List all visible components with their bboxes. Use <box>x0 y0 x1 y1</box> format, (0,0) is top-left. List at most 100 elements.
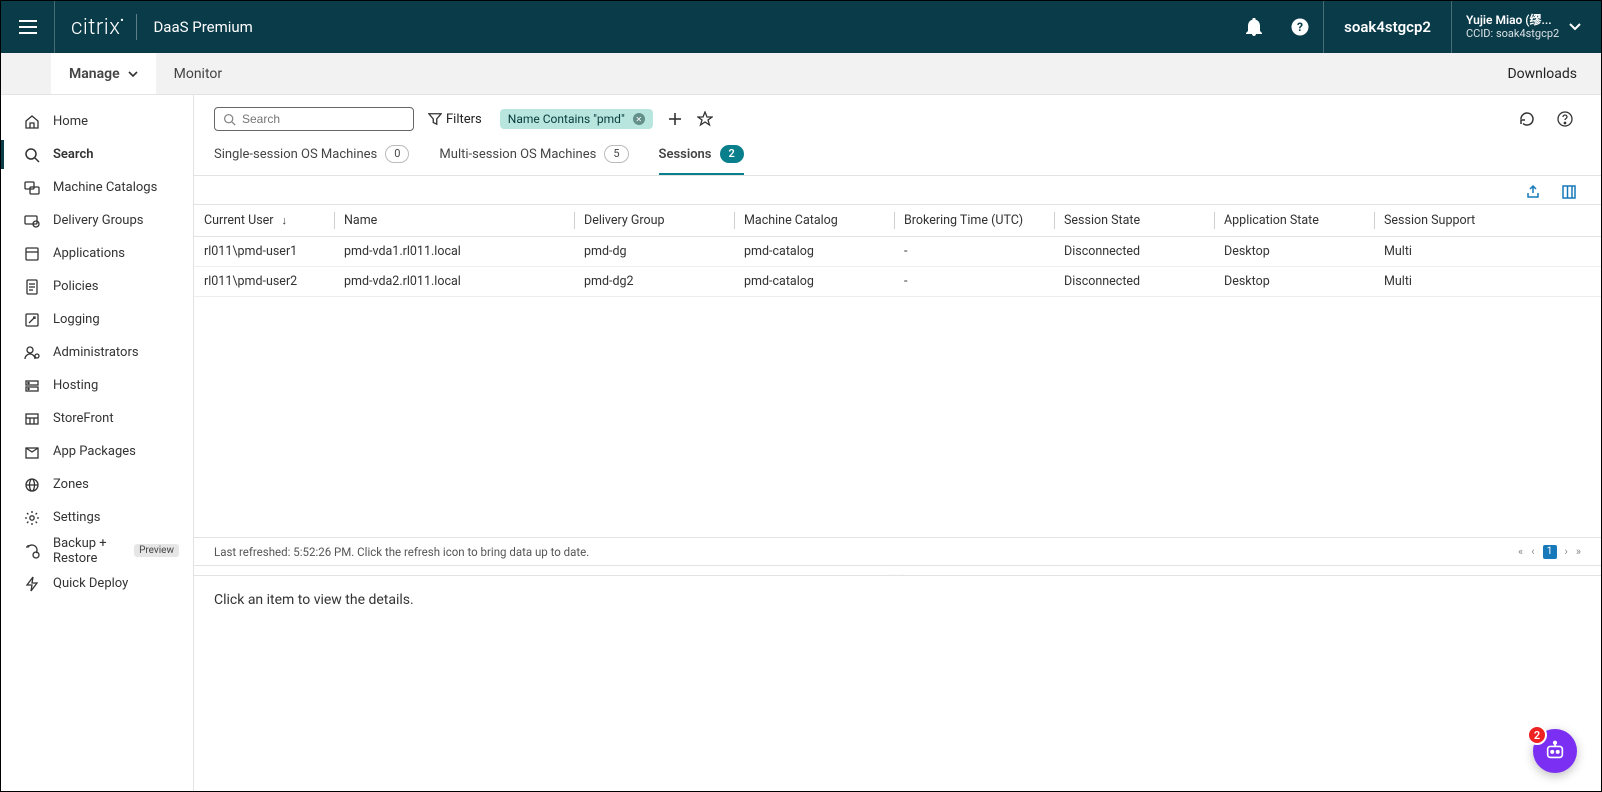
add-button[interactable] <box>667 111 683 127</box>
cell-application-state: Desktop <box>1214 237 1374 267</box>
sidebar-item-label: StoreFront <box>53 411 114 426</box>
sidebar-item-home[interactable]: Home <box>1 105 193 138</box>
help-circle-icon: ? <box>1291 18 1309 36</box>
sidebar-item-machine-catalogs[interactable]: Machine Catalogs <box>1 171 193 204</box>
filter-chip[interactable]: Name Contains "pmd" ✕ <box>500 109 653 129</box>
sidebar-item-label: Administrators <box>53 345 139 360</box>
sidebar-item-storefront[interactable]: StoreFront <box>1 402 193 435</box>
context-help-button[interactable] <box>1557 111 1573 127</box>
preview-badge: Preview <box>134 544 179 557</box>
sidebar-item-policies[interactable]: Policies <box>1 270 193 303</box>
chevron-down-icon <box>1569 23 1581 31</box>
splitter-handle[interactable]: …… <box>194 565 1601 575</box>
col-application-state[interactable]: Application State <box>1214 205 1374 237</box>
sort-arrow-down-icon: ↓ <box>282 214 288 227</box>
columns-button[interactable] <box>1561 184 1577 200</box>
pager-next[interactable]: › <box>1565 545 1568 558</box>
close-icon[interactable]: ✕ <box>633 113 645 125</box>
hamburger-menu[interactable] <box>1 1 55 53</box>
tab-single-session[interactable]: Single-session OS Machines 0 <box>214 145 409 175</box>
col-delivery-group[interactable]: Delivery Group <box>574 205 734 237</box>
help-circle-icon <box>1557 111 1573 127</box>
bell-icon <box>1246 18 1262 36</box>
administrators-icon <box>23 344 41 362</box>
filters-button[interactable]: Filters <box>428 112 486 127</box>
sidebar-item-label: Logging <box>53 312 100 327</box>
sidebar-item-label: Backup + Restore <box>53 536 116 566</box>
menu-icon <box>18 19 38 35</box>
notifications-button[interactable] <box>1231 1 1277 53</box>
sidebar-item-logging[interactable]: Logging <box>1 303 193 336</box>
sidebar-item-zones[interactable]: Zones <box>1 468 193 501</box>
sidebar-item-administrators[interactable]: Administrators <box>1 336 193 369</box>
star-icon <box>697 111 713 127</box>
home-icon <box>23 113 41 131</box>
col-session-state[interactable]: Session State <box>1054 205 1214 237</box>
backup-icon <box>23 542 41 560</box>
col-brokering-time[interactable]: Brokering Time (UTC) <box>894 205 1054 237</box>
col-current-user[interactable]: Current User↓ <box>194 205 334 237</box>
filters-label: Filters <box>446 112 482 127</box>
sidebar-item-label: App Packages <box>53 444 136 459</box>
sidebar-item-applications[interactable]: Applications <box>1 237 193 270</box>
cell-delivery-group: pmd-dg <box>574 237 734 267</box>
sidebar-item-quick-deploy[interactable]: Quick Deploy <box>1 567 193 600</box>
hosting-icon <box>23 377 41 395</box>
pager-last[interactable]: » <box>1576 545 1581 558</box>
pager-first[interactable]: « <box>1518 545 1523 558</box>
status-text: Last refreshed: 5:52:26 PM. Click the re… <box>214 545 589 559</box>
cell-brokering-time: - <box>894 237 1054 267</box>
search-input-wrapper[interactable] <box>214 107 414 131</box>
assistant-fab[interactable]: 2 <box>1533 729 1577 773</box>
export-button[interactable] <box>1525 184 1541 200</box>
sessions-table-wrapper: Current User↓ Name Delivery Group Machin… <box>194 204 1601 297</box>
sidebar-item-label: Delivery Groups <box>53 213 143 228</box>
cell-session-support: Multi <box>1374 237 1601 267</box>
tab-multi-session[interactable]: Multi-session OS Machines 5 <box>439 145 628 175</box>
search-input[interactable] <box>242 112 405 126</box>
refresh-button[interactable] <box>1519 111 1535 127</box>
tab-sessions[interactable]: Sessions 2 <box>659 145 744 175</box>
tab-count: 2 <box>720 145 744 163</box>
cell-current-user: rl011\pmd-user2 <box>194 267 334 297</box>
sidebar-item-label: Policies <box>53 279 98 294</box>
sidebar-item-label: Hosting <box>53 378 98 393</box>
columns-icon <box>1561 184 1577 200</box>
cell-name: pmd-vda1.rl011.local <box>334 237 574 267</box>
cell-session-state: Disconnected <box>1054 267 1214 297</box>
tab-manage[interactable]: Manage <box>51 53 156 94</box>
col-session-support[interactable]: Session Support <box>1374 205 1601 237</box>
tab-manage-label: Manage <box>69 66 120 82</box>
pager: « ‹ 1 › » <box>1518 545 1581 559</box>
fab-badge: 2 <box>1527 725 1547 745</box>
help-button[interactable]: ? <box>1277 1 1323 53</box>
tenant-label[interactable]: soak4stgcp2 <box>1323 1 1451 53</box>
sidebar-item-settings[interactable]: Settings <box>1 501 193 534</box>
detail-pane: Click an item to view the details. <box>194 575 1601 791</box>
table-row[interactable]: rl011\pmd-user1 pmd-vda1.rl011.local pmd… <box>194 237 1601 267</box>
tab-label: Single-session OS Machines <box>214 147 377 162</box>
sidebar-item-delivery-groups[interactable]: Delivery Groups <box>1 204 193 237</box>
table-row[interactable]: rl011\pmd-user2 pmd-vda2.rl011.local pmd… <box>194 267 1601 297</box>
status-bar: Last refreshed: 5:52:26 PM. Click the re… <box>194 537 1601 565</box>
filter-chip-label: Name Contains "pmd" <box>508 112 625 126</box>
user-menu[interactable]: Yujie Miao (缪... CCID: soak4stgcp2 <box>1451 1 1601 53</box>
tab-monitor-label: Monitor <box>174 66 223 82</box>
topbar-right: ? soak4stgcp2 Yujie Miao (缪... CCID: soa… <box>1231 1 1601 53</box>
sidebar-item-hosting[interactable]: Hosting <box>1 369 193 402</box>
sidebar-item-app-packages[interactable]: App Packages <box>1 435 193 468</box>
main-content: Filters Name Contains "pmd" ✕ <box>194 95 1601 791</box>
sidebar-item-search[interactable]: Search <box>1 138 193 171</box>
pager-current-page[interactable]: 1 <box>1543 545 1557 559</box>
pager-prev[interactable]: ‹ <box>1531 545 1534 558</box>
logging-icon <box>23 311 41 329</box>
sidebar-item-backup-restore[interactable]: Backup + Restore Preview <box>1 534 193 567</box>
quick-deploy-icon <box>23 575 41 593</box>
tab-monitor[interactable]: Monitor <box>156 53 241 94</box>
downloads-link[interactable]: Downloads <box>1483 53 1601 94</box>
col-name[interactable]: Name <box>334 205 574 237</box>
sessions-table: Current User↓ Name Delivery Group Machin… <box>194 204 1601 297</box>
favorite-button[interactable] <box>697 111 713 127</box>
col-machine-catalog[interactable]: Machine Catalog <box>734 205 894 237</box>
policies-icon <box>23 278 41 296</box>
